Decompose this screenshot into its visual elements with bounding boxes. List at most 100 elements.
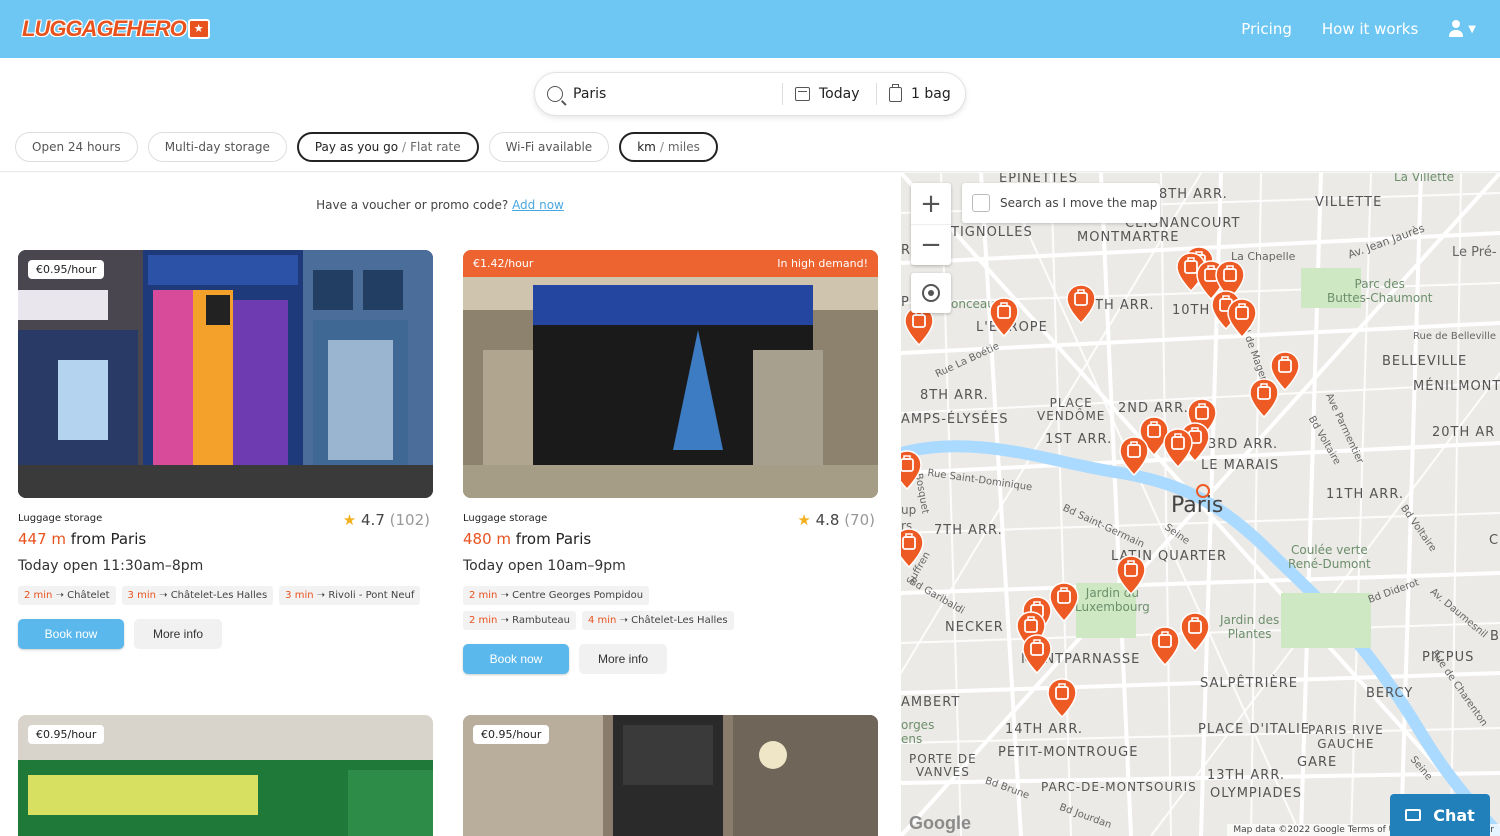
- high-demand-label: In high demand!: [777, 257, 868, 270]
- filter-wifi[interactable]: Wi-Fi available: [488, 132, 610, 162]
- map-label: 13TH ARR.: [1207, 768, 1286, 783]
- filter-open-24h[interactable]: Open 24 hours: [15, 132, 138, 162]
- map-label: OLYMPIADES: [1210, 786, 1302, 801]
- promo-add-link[interactable]: Add now: [512, 198, 564, 212]
- map[interactable]: ÉPINETTES 8TH ARR. La Villette VILLETTE …: [901, 173, 1500, 836]
- listing-card: €1.42/hour In high demand! Luggage stora…: [463, 250, 878, 674]
- unit-miles: miles: [667, 140, 700, 154]
- map-label: 2ND ARR.: [1118, 401, 1189, 416]
- map-label: 8TH ARR.: [920, 388, 989, 403]
- listing-photo[interactable]: €0.95/hour: [18, 250, 433, 498]
- map-label: Le Pré-: [1452, 245, 1497, 260]
- date-field[interactable]: Today: [783, 83, 877, 105]
- station-chip: 3 min ➝ Rivoli - Pont Neuf: [279, 586, 421, 605]
- map-label: rs: [901, 519, 913, 533]
- more-info-button[interactable]: More info: [579, 644, 667, 674]
- user-icon: [1448, 20, 1464, 38]
- map-label: MONTPARNASSE: [1021, 652, 1141, 667]
- user-menu[interactable]: ▼: [1448, 20, 1476, 38]
- price-badge: €0.95/hour: [28, 260, 105, 279]
- bags-field[interactable]: 1 bag: [877, 83, 951, 105]
- listing-photo[interactable]: €0.95/hour: [463, 715, 878, 836]
- checkbox[interactable]: [972, 194, 990, 212]
- map-label: 11TH ARR.: [1326, 487, 1405, 502]
- station-list: 2 min ➝ Châtelet 3 min ➝ Châtelet-Les Ha…: [18, 586, 433, 605]
- listing-photo[interactable]: €1.42/hour In high demand!: [463, 250, 878, 498]
- search-as-move-label: Search as I move the map: [1000, 196, 1158, 210]
- chat-label: Chat: [1433, 805, 1475, 825]
- rating-value: 4.8: [815, 511, 840, 529]
- location-field[interactable]: Paris: [535, 83, 783, 105]
- map-label: PETIT-MONTROUGE: [998, 745, 1139, 760]
- price-badge: €0.95/hour: [28, 725, 105, 744]
- distance: 447 m from Paris: [18, 530, 433, 548]
- header-bar: LUGGAGEHERO Pricing How it works ▼: [0, 0, 1500, 58]
- flat-rate-option: Flat rate: [410, 140, 461, 154]
- station-chip: 2 min ➝ Châtelet: [18, 586, 116, 605]
- locate-me-button[interactable]: [911, 273, 951, 313]
- distance-value: 447 m: [18, 530, 67, 548]
- map-label: 20TH AR: [1432, 425, 1496, 440]
- search-bar: Paris Today 1 bag: [534, 72, 966, 116]
- map-label: MONTMARTRE: [1077, 230, 1180, 245]
- chat-bubble-icon: [1405, 809, 1422, 821]
- map-label: 8TH ARR.: [1159, 187, 1228, 202]
- map-label: LATIN QUARTER: [1111, 549, 1227, 564]
- station-list: 2 min ➝ Centre Georges Pompidou 2 min ➝ …: [463, 586, 763, 630]
- map-label: TIGNOLLES: [951, 225, 1033, 240]
- unit-toggle[interactable]: km / miles: [619, 132, 718, 162]
- high-demand-bar: €1.42/hour In high demand!: [463, 250, 878, 277]
- logo[interactable]: LUGGAGEHERO: [22, 14, 210, 44]
- top-nav: Pricing How it works ▼: [1241, 0, 1476, 58]
- listing-card: €0.95/hour: [463, 715, 878, 836]
- map-label: TH ARR.: [1095, 298, 1155, 313]
- map-label: PLACE VENDÔME: [1037, 396, 1106, 423]
- date-value: Today: [819, 86, 860, 102]
- map-label: LE MARAIS: [1201, 458, 1280, 473]
- map-label: 3RD ARR.: [1208, 437, 1279, 452]
- search-as-move-toggle[interactable]: Search as I move the map: [962, 183, 1160, 223]
- listing-photo[interactable]: €0.95/hour: [18, 715, 433, 836]
- map-label: La Chapelle: [1231, 250, 1296, 263]
- map-label: onceau: [951, 297, 995, 311]
- map-label: Jardin des Plantes: [1220, 613, 1280, 641]
- map-city-label: Paris: [1171, 493, 1224, 518]
- station-chip: 3 min ➝ Châtelet-Les Halles: [121, 586, 274, 605]
- unit-km: km: [637, 140, 656, 154]
- book-now-button[interactable]: Book now: [463, 644, 569, 674]
- map-label: PORTE DE VANVES: [909, 752, 977, 779]
- map-label: BERCY: [1366, 686, 1414, 701]
- map-label: NECKER: [945, 620, 1004, 635]
- payg-option: Pay as you go: [314, 140, 399, 154]
- map-label: 14TH ARR.: [1005, 722, 1084, 737]
- opening-hours: Today open 10am–9pm: [463, 558, 626, 574]
- map-label: BE: [1490, 629, 1500, 644]
- review-count: (102): [389, 511, 430, 529]
- rating: ★ 4.8 (70): [797, 511, 875, 529]
- search-icon: [547, 86, 563, 102]
- bag-icon: [889, 83, 902, 102]
- filter-bar: Open 24 hours Multi-day storage Pay as y…: [15, 132, 718, 162]
- map-label: SALPÊTRIÈRE: [1200, 676, 1298, 691]
- promo-line: Have a voucher or promo code? Add now: [0, 198, 880, 212]
- map-label: BELLEVILLE: [1382, 354, 1468, 369]
- zoom-out-button[interactable]: −: [911, 224, 951, 265]
- nav-how-it-works[interactable]: How it works: [1322, 20, 1418, 38]
- logo-text: LUGGAGEHERO: [22, 16, 187, 41]
- chat-button[interactable]: Chat: [1390, 794, 1490, 836]
- map-label: Rue de Belleville: [1413, 331, 1496, 342]
- star-icon: ★: [342, 511, 357, 529]
- listing-card: €0.95/hour: [18, 715, 433, 836]
- map-label: AMBERT: [901, 695, 961, 710]
- rating-value: 4.7: [361, 511, 385, 529]
- storefront-photo-illustration: [18, 250, 433, 498]
- filter-payment-toggle[interactable]: Pay as you go / Flat rate: [296, 132, 479, 162]
- map-label: P: [901, 295, 910, 310]
- zoom-in-button[interactable]: +: [911, 183, 951, 224]
- more-info-button[interactable]: More info: [134, 619, 222, 649]
- nav-pricing[interactable]: Pricing: [1241, 20, 1292, 38]
- distance-suffix: from Paris: [515, 530, 592, 548]
- book-now-button[interactable]: Book now: [18, 619, 124, 649]
- filter-multi-day[interactable]: Multi-day storage: [147, 132, 287, 162]
- map-label: Coulée verte René-Dumont: [1288, 543, 1371, 571]
